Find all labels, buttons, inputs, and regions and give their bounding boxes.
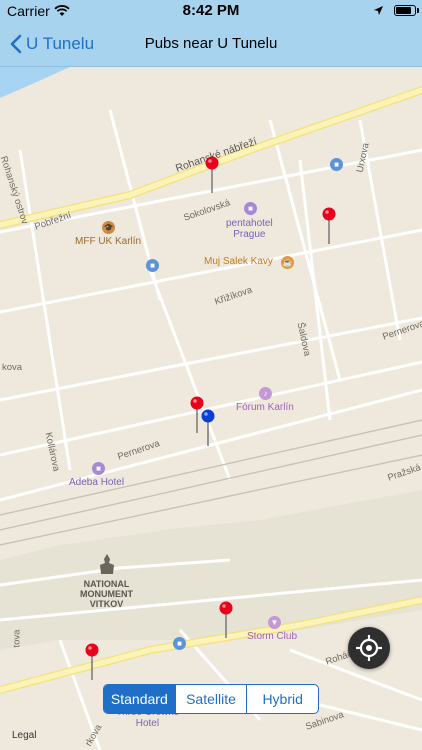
poi-adeba-hotel[interactable]: Adeba Hotel — [69, 477, 124, 488]
poi-pentahotel[interactable]: pentahotel Prague — [226, 218, 273, 240]
poi-monument-line1: NATIONAL — [83, 579, 130, 589]
poi-monument-line3: VITKOV — [89, 599, 124, 609]
pub-pin[interactable] — [204, 156, 220, 194]
poi-monument-line2: MONUMENT — [80, 589, 133, 599]
segment-standard[interactable]: Standard — [104, 685, 176, 713]
pub-pin[interactable] — [218, 601, 234, 639]
poi-pentahotel-line2: Prague — [233, 229, 266, 240]
poi-national-monument[interactable]: NATIONAL MONUMENT VITKOV — [80, 579, 133, 609]
music-venue-icon: ♪ — [259, 387, 272, 400]
locate-crosshair-icon — [356, 635, 382, 661]
locate-me-button[interactable] — [348, 627, 390, 669]
poi-forum-karlin[interactable]: Fórum Karlín — [236, 402, 294, 413]
back-button[interactable]: U Tunelu — [10, 30, 94, 58]
bus-stop-icon: ■ — [146, 259, 159, 272]
cafe-icon: ☕ — [281, 256, 294, 269]
navigation-bar: U Tunelu Pubs near U Tunelu — [0, 22, 422, 67]
location-arrow-icon — [373, 3, 384, 19]
current-location-pin[interactable] — [200, 409, 216, 447]
legal-link[interactable]: Legal — [12, 730, 36, 741]
monument-icon — [97, 553, 117, 575]
poi-three-crowns-line2: Hotel — [135, 718, 160, 729]
university-icon: 🎓 — [102, 221, 115, 234]
clock: 8:42 PM — [182, 2, 240, 19]
segment-satellite[interactable]: Satellite — [176, 685, 248, 713]
poi-storm-club[interactable]: Storm Club — [247, 631, 297, 642]
battery-icon — [394, 5, 419, 16]
bus-stop-icon: ■ — [173, 637, 186, 650]
pub-pin[interactable] — [321, 207, 337, 245]
poi-mff-uk[interactable]: MFF UK Karlín — [75, 236, 141, 247]
street-label-kova: kova — [2, 362, 23, 373]
poi-muj-salek-kavy[interactable]: Muj Salek Kavy — [204, 256, 273, 267]
nightlife-icon: ▼ — [268, 616, 281, 629]
map-type-segmented-control: Standard Satellite Hybrid — [103, 684, 319, 714]
bus-stop-icon: ■ — [330, 158, 343, 171]
segment-hybrid[interactable]: Hybrid — [247, 685, 318, 713]
poi-pentahotel-line1: pentahotel — [226, 218, 273, 229]
hotel-icon: ■ — [244, 202, 257, 215]
street-label-tova: tova — [11, 629, 23, 648]
chevron-left-icon — [10, 34, 22, 54]
back-button-label: U Tunelu — [26, 34, 95, 53]
pub-pin[interactable] — [84, 643, 100, 681]
hotel-icon: ■ — [92, 462, 105, 475]
status-bar: Carrier 8:42 PM — [0, 0, 422, 22]
